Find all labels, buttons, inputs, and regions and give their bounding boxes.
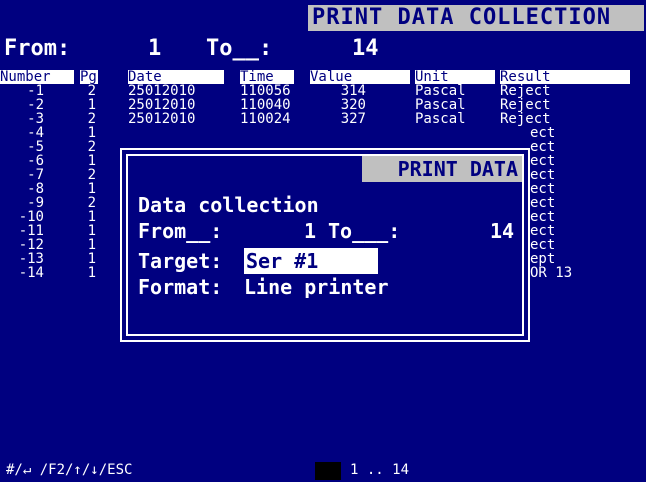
col-header-time: Time	[240, 70, 294, 84]
cell-number: -3	[27, 111, 44, 127]
cell-pg: 2	[87, 139, 96, 155]
cell-number: -1	[27, 83, 44, 99]
dialog-from-value[interactable]: 1	[304, 218, 316, 244]
range-row: From: 1 To__: 14	[0, 34, 646, 64]
cell-time: 110056	[240, 83, 291, 99]
cell-pg: 2	[87, 83, 96, 99]
cell-pg: 1	[87, 223, 96, 239]
col-header-result: Result	[500, 70, 630, 84]
dialog-heading: Data collection	[138, 193, 319, 217]
dialog-frame: PRINT DATA Data collection From__: 1 To_…	[126, 154, 524, 336]
cell-result: ect	[530, 209, 556, 225]
cell-number: -11	[18, 223, 44, 239]
cell-result: Reject	[500, 97, 551, 113]
table-row[interactable]: -1 2 25012010 110056 314 Pascal Reject	[0, 84, 646, 98]
table-row[interactable]: -4 1 ect	[0, 126, 646, 140]
cell-result: Reject	[500, 111, 551, 127]
cell-result: ect	[530, 181, 556, 197]
cell-result: ept	[530, 251, 556, 267]
cell-result: ect	[530, 237, 556, 253]
cell-result: ect	[530, 223, 556, 239]
cell-number: -6	[27, 153, 44, 169]
cell-pg: 1	[87, 209, 96, 225]
cell-number: -9	[27, 195, 44, 211]
cell-value: 320	[340, 97, 366, 113]
cell-time: 110040	[240, 97, 291, 113]
table-row[interactable]: -2 1 25012010 110040 320 Pascal Reject	[0, 98, 646, 112]
cell-number: -7	[27, 167, 44, 183]
cell-value: 327	[340, 111, 366, 127]
col-header-date: Date	[128, 70, 224, 84]
cell-number: -8	[27, 181, 44, 197]
cell-result: ect	[530, 195, 556, 211]
cell-unit: Pascal	[415, 111, 466, 127]
print-data-dialog: PRINT DATA Data collection From__: 1 To_…	[120, 148, 530, 342]
cell-number: -13	[18, 251, 44, 267]
dialog-format-label: Format:	[138, 275, 223, 299]
cell-number: -14	[18, 265, 44, 281]
col-header-unit: Unit	[415, 70, 495, 84]
cell-date: 25012010	[128, 97, 196, 113]
cell-pg: 1	[87, 251, 96, 267]
target-field[interactable]: Ser #1	[244, 248, 378, 274]
cell-number: -4	[27, 125, 44, 141]
table-row[interactable]: -3 2 25012010 110024 327 Pascal Reject	[0, 112, 646, 126]
from-value[interactable]: 1	[148, 34, 161, 64]
cell-value: 314	[340, 83, 366, 99]
cell-unit: Pascal	[415, 83, 466, 99]
cell-result: OR 13	[530, 265, 573, 281]
dialog-to-value[interactable]: 14	[490, 218, 514, 244]
cell-number: -2	[27, 97, 44, 113]
status-bar: #/↵ /F2/↑/↓/ESC 1 .. 14	[0, 458, 646, 482]
dialog-from-label: From__:	[138, 219, 223, 243]
status-range: 1 .. 14	[350, 462, 410, 478]
cell-date: 25012010	[128, 111, 196, 127]
dialog-to-label: To___:	[328, 219, 401, 243]
cell-number: -5	[27, 139, 44, 155]
cell-pg: 2	[87, 111, 96, 127]
cell-result: ect	[530, 153, 556, 169]
cell-pg: 1	[87, 125, 96, 141]
dialog-target-label: Target:	[138, 249, 223, 273]
status-keys: #/↵ /F2/↑/↓/ESC	[6, 462, 133, 478]
cell-pg: 1	[87, 237, 96, 253]
cell-pg: 1	[87, 97, 96, 113]
cell-result: ect	[530, 125, 556, 141]
cell-pg: 1	[87, 265, 96, 281]
cell-pg: 2	[87, 167, 96, 183]
col-header-pg: Pg	[80, 70, 98, 84]
from-label: From:	[4, 36, 71, 61]
screen-title: PRINT DATA COLLECTION	[308, 5, 644, 31]
col-header-number: Number	[0, 70, 74, 84]
dialog-title: PRINT DATA	[362, 156, 522, 182]
to-value[interactable]: 14	[352, 34, 379, 64]
cell-date: 25012010	[128, 83, 196, 99]
cell-pg: 1	[87, 181, 96, 197]
cell-unit: Pascal	[415, 97, 466, 113]
dialog-format-value[interactable]: Line printer	[244, 274, 389, 300]
to-label: To__:	[206, 36, 273, 61]
cell-result: ect	[530, 167, 556, 183]
cell-number: -10	[18, 209, 44, 225]
cell-pg: 1	[87, 153, 96, 169]
cell-number: -12	[18, 237, 44, 253]
col-header-value: Value	[310, 70, 410, 84]
cell-result: Reject	[500, 83, 551, 99]
cell-result: ect	[530, 139, 556, 155]
status-block	[315, 462, 341, 480]
cell-pg: 2	[87, 195, 96, 211]
cell-time: 110024	[240, 111, 291, 127]
